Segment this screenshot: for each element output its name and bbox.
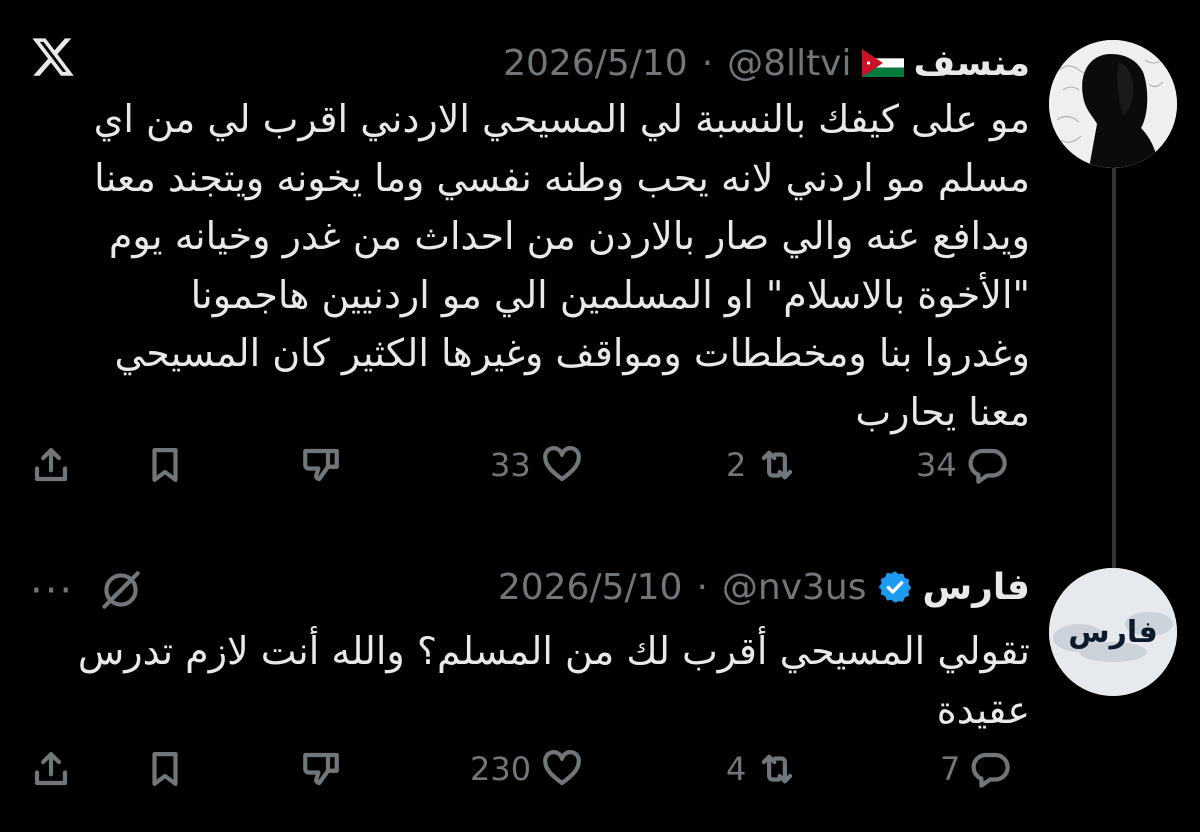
- bookmark-button[interactable]: [144, 444, 186, 486]
- retweet-icon: [762, 450, 793, 480]
- tweet-date[interactable]: 2026/5/10: [503, 43, 688, 84]
- avatar-text: فارس: [1068, 615, 1158, 650]
- like-icon: [542, 446, 581, 482]
- user-handle[interactable]: @nv3us: [722, 567, 867, 608]
- like-icon: [543, 750, 581, 786]
- bookmark-button[interactable]: [144, 748, 186, 790]
- like-button[interactable]: 33: [490, 444, 583, 486]
- dislike-button[interactable]: [300, 444, 342, 486]
- retweet-count: 2: [726, 446, 747, 484]
- share-button[interactable]: [30, 444, 72, 486]
- reply-button[interactable]: 34: [916, 444, 1009, 486]
- tweet-body: تقولي المسيحي أقرب لك من المسلم؟ والله أ…: [77, 629, 1030, 732]
- retweet-button[interactable]: 4: [726, 748, 798, 790]
- reply-icon: [968, 448, 1007, 484]
- dislike-icon: [303, 448, 339, 482]
- tweet-header: فارس @nv3us · 2026/5/10: [498, 562, 1030, 612]
- tweet-date[interactable]: 2026/5/10: [498, 567, 683, 608]
- like-count: 33: [490, 446, 531, 484]
- retweet-icon: [762, 754, 793, 784]
- tweet-body: مو على كيفك بالنسبة لي المسيحي الاردني ا…: [93, 97, 1030, 434]
- retweet-count: 4: [726, 750, 747, 788]
- user-handle[interactable]: @8lltvi: [727, 43, 851, 84]
- like-button[interactable]: 230: [470, 748, 583, 790]
- like-count: 230: [470, 750, 532, 788]
- avatar-image: فارس: [1049, 568, 1177, 696]
- dislike-button[interactable]: [300, 748, 342, 790]
- dislike-icon: [303, 752, 339, 786]
- bookmark-icon: [152, 448, 178, 482]
- verified-badge-icon: [878, 571, 911, 603]
- tweet-header: منسف @8lltvi · 2026/5/10: [503, 38, 1030, 88]
- retweet-button[interactable]: 2: [726, 444, 798, 486]
- separator-dot: ·: [696, 566, 708, 608]
- more-icon[interactable]: ···: [30, 568, 74, 614]
- share-icon: [34, 752, 68, 786]
- reply-count: 34: [916, 446, 957, 484]
- avatar-image: [1049, 40, 1177, 168]
- bookmark-icon: [152, 752, 178, 786]
- avatar[interactable]: [1049, 40, 1177, 168]
- tweet-actions: 7 4 230: [0, 748, 1200, 808]
- mute-icon[interactable]: [96, 565, 146, 615]
- reply-button[interactable]: 7: [940, 748, 1012, 790]
- separator-dot: ·: [701, 42, 714, 84]
- tweet-actions: 34 2 33: [0, 444, 1200, 504]
- reply-icon: [971, 752, 1011, 788]
- thread-connector-line: [1112, 168, 1116, 568]
- jordan-flag-icon: [861, 49, 904, 77]
- x-logo-icon[interactable]: [30, 34, 76, 80]
- reply-count: 7: [940, 750, 961, 788]
- share-icon: [34, 448, 68, 482]
- avatar[interactable]: فارس: [1049, 568, 1177, 696]
- share-button[interactable]: [30, 748, 72, 790]
- display-name[interactable]: منسف: [914, 43, 1031, 84]
- display-name[interactable]: فارس: [923, 567, 1031, 608]
